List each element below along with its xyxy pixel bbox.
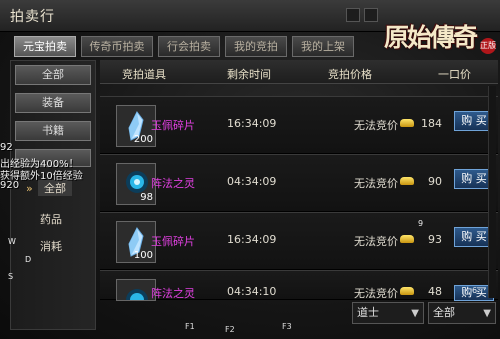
bid-status: 无法竞价 [354, 119, 398, 132]
buyout-price: 90 [428, 175, 442, 188]
window-button[interactable] [346, 8, 360, 22]
column-bid-price: 竞拍价格 [328, 68, 372, 81]
table-row[interactable]: 98 阵法之灵 04:34:09 无法竞价 90 购 买 [100, 154, 498, 212]
bid-status: 无法竞价 [354, 177, 398, 190]
hotkey-label: F2 [225, 325, 235, 334]
buyout-price: 93 [428, 233, 442, 246]
class-filter-value: 道士 [357, 306, 379, 319]
item-slot[interactable] [116, 279, 156, 311]
time-left: 16:34:09 [227, 117, 277, 130]
game-logo: 原始傳奇 正版 [380, 14, 496, 54]
hud-number: 9 [418, 219, 424, 228]
buyout-price: 48 [428, 285, 442, 298]
column-buyout: 一口价 [438, 68, 471, 81]
item-quantity: 200 [133, 134, 153, 145]
hud-letter: W [8, 237, 16, 246]
hud-letter: D [25, 255, 32, 264]
window-button[interactable] [364, 8, 378, 22]
gold-ingot-icon [400, 287, 414, 295]
item-name: 阵法之灵 [151, 287, 195, 300]
tab-legend-coin-auction[interactable]: 传奇币拍卖 [81, 36, 153, 57]
time-left: 16:34:09 [227, 233, 277, 246]
chat-overlay-line: 920 [0, 180, 20, 191]
item-name: 阵法之灵 [151, 177, 195, 190]
tab-guild-auction[interactable]: 行会拍卖 [158, 36, 220, 57]
item-quantity: 100 [133, 250, 153, 261]
table-row[interactable]: 100 玉佩碎片 16:34:09 无法竞价 93 购 买 [100, 212, 498, 270]
type-filter-select[interactable]: 全部 ▼ [428, 302, 496, 324]
hotkey-label: F1 [185, 322, 195, 331]
item-name: 玉佩碎片 [151, 119, 195, 132]
list-scrollbar[interactable] [488, 86, 496, 298]
logo-seal: 正版 [480, 38, 496, 54]
category-equipment[interactable]: 装备 [15, 93, 91, 113]
table-row[interactable]: 200 玉佩碎片 16:34:09 无法竞价 184 购 买 [100, 96, 498, 154]
tab-yuanbao-auction[interactable]: 元宝拍卖 [14, 36, 76, 57]
selection-arrows: » [26, 182, 33, 195]
item-name: 玉佩碎片 [151, 235, 195, 248]
gold-ingot-icon [400, 177, 414, 185]
class-filter-select[interactable]: 道士 ▼ [352, 302, 424, 324]
item-quantity: 98 [140, 192, 153, 203]
buyout-price: 184 [421, 117, 442, 130]
chat-overlay-line: 92 [0, 142, 13, 153]
column-time-left: 剩余时间 [227, 68, 271, 81]
gold-ingot-icon [400, 235, 414, 243]
column-item: 竞拍道具 [122, 68, 166, 81]
time-left: 04:34:10 [227, 285, 277, 298]
logo-text: 原始傳奇 [384, 23, 478, 52]
filter-bar: 道士 ▼ 全部 ▼ [100, 300, 498, 326]
tab-my-listings[interactable]: 我的上架 [292, 36, 354, 57]
item-slot[interactable]: 98 [116, 163, 156, 205]
game-screen: 拍卖行 原始傳奇 正版 元宝拍卖 传奇币拍卖 行会拍卖 我的竞拍 我的上架 全部… [0, 0, 500, 339]
subcategory-consumables[interactable]: 消耗 [40, 238, 62, 254]
item-slot[interactable]: 100 [116, 221, 156, 263]
hud-number: 6 [472, 286, 478, 295]
item-slot[interactable]: 200 [116, 105, 156, 147]
spirit-orb-icon [126, 289, 148, 311]
hud-letter: S [8, 272, 14, 281]
table-header: 竞拍道具 剩余时间 竞拍价格 一口价 [100, 60, 498, 84]
time-left: 04:34:09 [227, 175, 277, 188]
gold-ingot-icon [400, 119, 414, 127]
chevron-down-icon: ▼ [411, 308, 419, 319]
window-title: 拍卖行 [10, 9, 55, 25]
subcategory-medicine[interactable]: 药品 [40, 211, 62, 227]
category-all[interactable]: 全部 [15, 65, 91, 85]
bid-status: 无法竞价 [354, 287, 398, 300]
category-books[interactable]: 书籍 [15, 121, 91, 141]
hotkey-label: F3 [282, 322, 292, 331]
type-filter-value: 全部 [433, 306, 455, 319]
tab-my-bids[interactable]: 我的竞拍 [225, 36, 287, 57]
subcategory-all[interactable]: 全部 [38, 180, 72, 196]
bid-status: 无法竞价 [354, 235, 398, 248]
chevron-down-icon: ▼ [483, 308, 491, 319]
table-row[interactable]: 阵法之灵 04:34:10 无法竞价 48 购 买 [100, 270, 498, 311]
